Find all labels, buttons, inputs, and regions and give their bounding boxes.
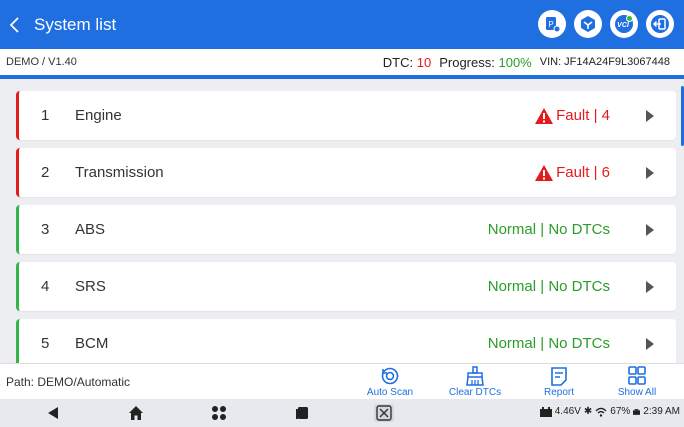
diagnostic-app-icon [376, 405, 392, 421]
show-all-button[interactable]: Show All [602, 366, 672, 398]
system-status: Normal | No DTCs [487, 278, 610, 295]
recents-icon [296, 407, 308, 419]
status-text: Fault | 4 [556, 107, 610, 124]
page-title: System list [34, 14, 117, 34]
settings-hex-button[interactable] [574, 10, 602, 38]
status-tray: 4.46V ✱ 67% 2:39 AM [539, 406, 680, 417]
dtc-label: DTC: [382, 54, 414, 70]
row-number: 3 [41, 221, 50, 238]
info-bar: DEMO / V1.40 DTC: 10 Progress: 100% VIN:… [0, 49, 684, 75]
grid-icon [628, 366, 646, 385]
system-status: Fault | 6 [534, 164, 610, 182]
wifi-icon [595, 407, 607, 417]
report-button[interactable]: Report [524, 366, 594, 398]
path-label: Path: DEMO/Automatic [6, 375, 131, 389]
report-icon [551, 367, 567, 386]
apps-icon [212, 406, 226, 420]
play-arrow-icon [646, 337, 654, 350]
settings-hex-icon [581, 16, 595, 32]
system-row-transmission[interactable]: 2 Transmission Fault | 6 [16, 148, 676, 197]
bluetooth-icon: ✱ [583, 406, 593, 417]
vin-label: VIN: JF14A24F9L3067448 [539, 56, 670, 68]
system-row-abs[interactable]: 3 ABS Normal | No DTCs [16, 205, 676, 254]
row-number: 5 [41, 335, 50, 352]
auto-scan-button[interactable]: Auto Scan [355, 366, 425, 398]
clock: 2:39 AM [643, 406, 680, 417]
auto-scan-icon [381, 367, 399, 385]
battery-value: 67% [610, 406, 631, 417]
system-name: BCM [75, 335, 109, 352]
system-list: 1 Engine Fault | 4 2 Transmission Fault … [16, 91, 676, 376]
nav-recents-button[interactable] [293, 405, 311, 421]
svg-text:P: P [548, 20, 553, 29]
system-row-bcm[interactable]: 5 BCM Normal | No DTCs [16, 319, 676, 368]
progress-indicator: Progress: 100% [439, 55, 532, 70]
car-battery-icon [539, 406, 552, 417]
voltage-value: 4.46V [554, 406, 581, 417]
nav-apps-button[interactable] [210, 405, 228, 421]
bottom-toolbar: Path: DEMO/Automatic Auto Scan Clear DTC… [0, 363, 684, 399]
play-arrow-icon [646, 280, 654, 293]
auto-scan-label: Auto Scan [366, 387, 414, 398]
row-number: 4 [41, 278, 50, 295]
warning-icon [534, 107, 554, 125]
nav-back-button[interactable] [44, 405, 62, 421]
code-badge-icon: P [546, 17, 561, 33]
system-name: ABS [75, 221, 106, 238]
system-name: Engine [75, 107, 122, 124]
play-arrow-icon [646, 223, 654, 236]
broom-icon [466, 366, 484, 386]
system-status: Fault | 4 [534, 107, 610, 125]
row-number: 2 [41, 164, 50, 181]
system-name: Transmission [75, 164, 164, 181]
clear-dtcs-label: Clear DTCs [448, 387, 502, 398]
home-icon [129, 406, 143, 420]
play-arrow-icon [646, 166, 654, 179]
progress-label: Progress: [439, 54, 495, 70]
status-text: Fault | 6 [556, 164, 610, 181]
vci-connected-icon: VCI [615, 15, 633, 33]
progress-value: 100% [498, 54, 532, 70]
version-label: DEMO / V1.40 [6, 56, 77, 68]
system-nav-bar: 4.46V ✱ 67% 2:39 AM [0, 399, 684, 427]
report-label: Report [543, 387, 574, 398]
system-status: Normal | No DTCs [487, 221, 610, 238]
row-number: 1 [41, 107, 50, 124]
code-badge-button[interactable]: P [538, 10, 566, 38]
system-row-engine[interactable]: 1 Engine Fault | 4 [16, 91, 676, 140]
title-bar: System list P VCI [0, 0, 684, 49]
nav-diagnostic-button[interactable] [374, 404, 394, 422]
system-name: SRS [75, 278, 106, 295]
progress-bar [0, 75, 684, 79]
nav-home-button[interactable] [127, 405, 145, 421]
exit-icon [651, 15, 669, 33]
system-status: Normal | No DTCs [487, 335, 610, 352]
system-row-srs[interactable]: 4 SRS Normal | No DTCs [16, 262, 676, 311]
triangle-back-icon [48, 407, 58, 419]
clear-dtcs-button[interactable]: Clear DTCs [440, 366, 510, 398]
vci-status-button[interactable]: VCI [610, 10, 638, 38]
vci-label: VCI [617, 22, 630, 29]
battery-icon [633, 408, 641, 415]
play-arrow-icon [646, 109, 654, 122]
warning-icon [534, 164, 554, 182]
chevron-left-icon [9, 16, 19, 33]
back-button[interactable] [0, 0, 30, 49]
show-all-label: Show All [617, 387, 657, 398]
dtc-counter: DTC: 10 [383, 55, 431, 70]
dtc-value: 10 [416, 54, 432, 70]
exit-button[interactable] [646, 10, 674, 38]
